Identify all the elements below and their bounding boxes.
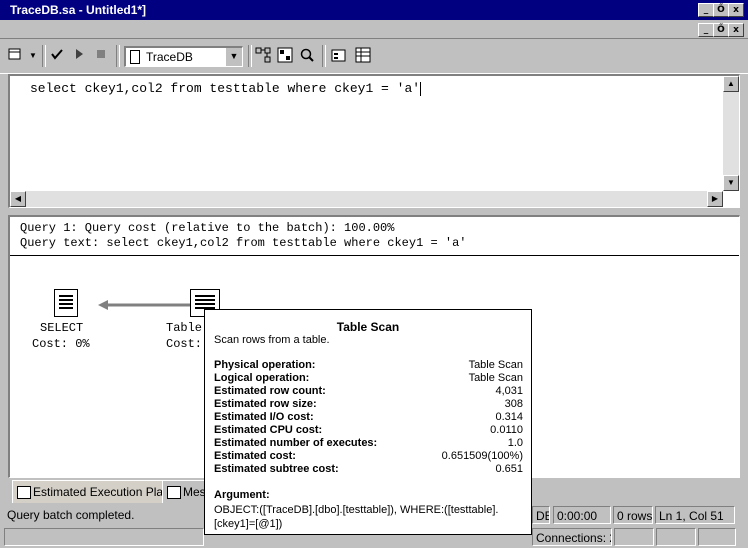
vertical-scrollbar[interactable]: ▲ ▼ [723, 76, 739, 191]
show-plan-icon[interactable] [276, 47, 294, 65]
child-minimize-button[interactable]: _ [698, 23, 714, 37]
toolbar-separator [116, 45, 120, 67]
scroll-left-icon[interactable]: ◀ [10, 191, 26, 207]
tooltip-property-row: Estimated row count: 4,031 [214, 385, 523, 397]
execute-icon[interactable] [70, 47, 88, 65]
tooltip-property-row: Estimated I/O cost: 0.314 [214, 411, 523, 423]
minimize-button[interactable]: _ [698, 3, 714, 17]
horizontal-scrollbar[interactable]: ◀ ▶ [10, 191, 723, 207]
select-node-label: SELECT [40, 321, 84, 335]
check-syntax-icon[interactable] [48, 47, 66, 65]
tooltip-property-row: Estimated cost: 0.651509(100%) [214, 450, 523, 462]
plan-arrow [98, 300, 192, 310]
query-text-line: Query text: select ckey1,col2 from testt… [20, 236, 467, 250]
properties-icon[interactable] [330, 47, 348, 65]
title-bar: TraceDB.sa - Untitled1*] _ Ő x [0, 0, 748, 20]
select-node-icon[interactable] [54, 289, 78, 317]
stop-icon[interactable] [92, 47, 110, 65]
status-message: Query batch completed. [7, 508, 135, 522]
status-empty-cell [614, 528, 654, 546]
database-icon [130, 50, 140, 64]
results-grid-icon[interactable] [354, 47, 372, 65]
operator-tooltip: Table Scan Scan rows from a table. Physi… [204, 309, 532, 535]
tooltip-property-row: Physical operation: Table Scan [214, 359, 523, 371]
tab-estimated-execution-plan[interactable]: Estimated Execution Plan [12, 480, 170, 503]
status-db: DB [532, 506, 550, 524]
database-select[interactable]: TraceDB ▼ [124, 46, 243, 67]
toolbar-separator [248, 45, 252, 67]
status-empty-cell [4, 528, 204, 546]
database-value: TraceDB [146, 50, 193, 64]
scroll-down-icon[interactable]: ▼ [723, 175, 739, 191]
scroll-up-icon[interactable]: ▲ [723, 76, 739, 92]
query-cost-line: Query 1: Query cost (relative to the bat… [20, 221, 395, 235]
tooltip-property-row: Logical operation: Table Scan [214, 372, 523, 384]
tooltip-property-row: Estimated subtree cost: 0.651 [214, 463, 523, 475]
chevron-down-icon[interactable]: ▼ [225, 48, 242, 66]
index-tuning-icon[interactable] [298, 47, 316, 65]
status-connections: Connections: 2 [532, 528, 612, 546]
status-rows: 0 rows [613, 506, 653, 524]
window-title: TraceDB.sa - Untitled1*] [10, 3, 147, 17]
status-empty-cell [698, 528, 736, 546]
text-caret [420, 81, 422, 96]
toolbar-separator [322, 45, 326, 67]
close-button[interactable]: x [728, 3, 744, 17]
toolbar: ▼ TraceDB ▼ [0, 38, 748, 74]
query-header: Query 1: Query cost (relative to the bat… [10, 217, 739, 256]
select-node-cost: Cost: 0% [32, 337, 90, 351]
child-restore-button[interactable]: Ő [713, 23, 729, 37]
execution-plan-icon [17, 486, 31, 499]
status-position: Ln 1, Col 51 [655, 506, 735, 524]
tooltip-subtitle: Scan rows from a table. [214, 334, 330, 346]
table-scan-node-label: Table [166, 321, 203, 335]
tooltip-title: Table Scan [336, 320, 400, 334]
scroll-right-icon[interactable]: ▶ [707, 191, 723, 207]
tooltip-property-row: Estimated CPU cost: 0.0110 [214, 424, 523, 436]
messages-icon [167, 486, 181, 499]
table-scan-node-cost: Cost: [166, 337, 203, 351]
child-close-button[interactable]: x [728, 23, 744, 37]
sql-text[interactable]: select ckey1,col2 from testtable where c… [30, 81, 422, 96]
tooltip-argument-label: Argument: [214, 489, 270, 501]
tooltip-property-row: Estimated number of executes: 1.0 [214, 437, 523, 449]
tooltip-property-row: Estimated row size: 308 [214, 398, 523, 410]
toolbar-separator [42, 45, 46, 67]
tooltip-argument-text: OBJECT:([TraceDB].[dbo].[testtable]), WH… [214, 504, 499, 530]
new-query-icon[interactable] [6, 47, 24, 65]
query-editor[interactable]: select ckey1,col2 from testtable where c… [8, 74, 740, 208]
dropdown-arrow-icon[interactable]: ▼ [24, 47, 42, 65]
maximize-button[interactable]: Ő [713, 3, 729, 17]
status-elapsed: 0:00:00 [553, 506, 611, 524]
status-empty-cell [656, 528, 696, 546]
display-plan-icon[interactable] [254, 47, 272, 65]
